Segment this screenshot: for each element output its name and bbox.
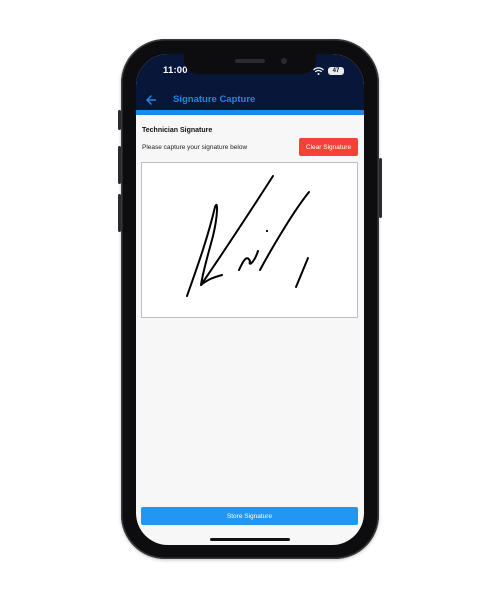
volume-up-button	[118, 146, 121, 184]
signature-pad[interactable]	[141, 162, 358, 318]
status-time: 11:00	[163, 65, 188, 76]
section-title: Technician Signature	[142, 127, 213, 134]
power-button	[379, 158, 382, 218]
front-camera	[281, 58, 287, 64]
arrow-left-icon[interactable]	[145, 94, 157, 106]
instruction-text: Please capture your signature below	[142, 144, 248, 151]
page-title: Signature Capture	[173, 94, 256, 105]
clear-signature-button[interactable]: Clear Signature	[299, 138, 358, 156]
home-indicator	[210, 538, 290, 541]
phone-screen: 11:00 47 Signature Capture Technician Si…	[136, 54, 364, 545]
wifi-icon	[313, 66, 324, 75]
app-bar-accent	[136, 110, 364, 115]
app-bar: Signature Capture	[136, 90, 364, 110]
volume-down-button	[118, 194, 121, 232]
store-signature-button[interactable]: Store Signature	[141, 507, 358, 525]
dynamic-island	[184, 54, 316, 74]
battery-icon: 47	[328, 66, 344, 75]
silent-switch	[118, 110, 121, 130]
signature-strokes	[186, 175, 310, 297]
speaker-grille	[235, 59, 265, 63]
